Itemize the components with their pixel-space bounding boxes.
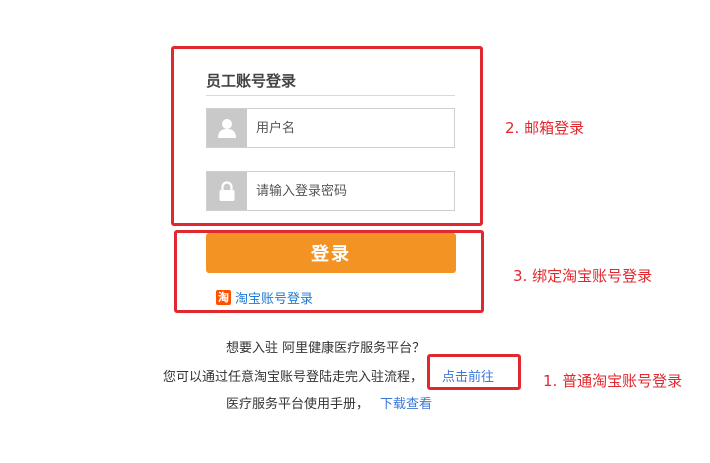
email-login-highlight-box xyxy=(171,46,483,226)
download-manual-link[interactable]: 下载查看 xyxy=(380,393,432,412)
annotation-bind-taobao: 3. 绑定淘宝账号登录 xyxy=(513,267,653,285)
annotation-normal-taobao: 1. 普通淘宝账号登录 xyxy=(543,372,683,390)
annotation-email-login: 2. 邮箱登录 xyxy=(505,119,585,137)
bind-taobao-highlight-box xyxy=(174,230,484,313)
normal-taobao-highlight-box xyxy=(427,354,521,390)
info-line-3: 医疗服务平台使用手册， xyxy=(226,397,370,412)
info-line-1: 想要入驻 阿里健康医疗服务平台？ xyxy=(226,341,426,356)
info-line-2: 您可以通过任意淘宝账号登陆走完入驻流程， xyxy=(163,370,424,385)
